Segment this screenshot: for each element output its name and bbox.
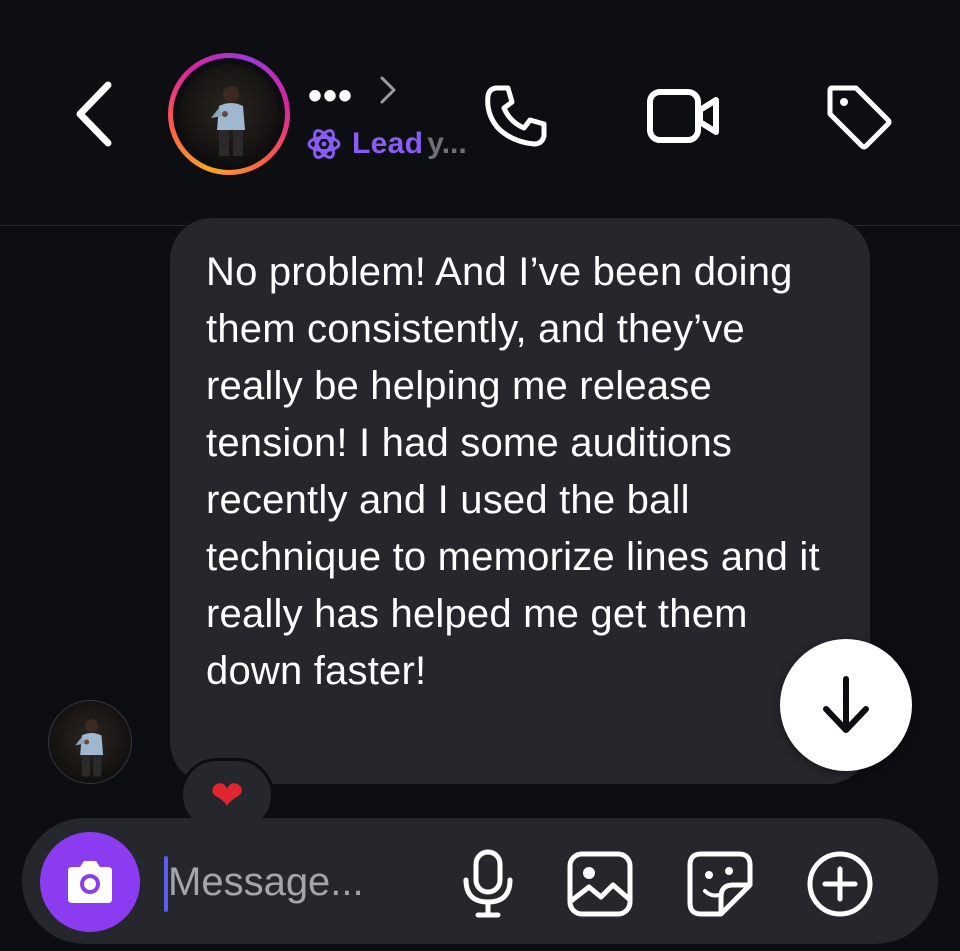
chat-header: ••• Lead y... [0, 0, 960, 226]
atom-icon [307, 129, 341, 159]
audio-call-button[interactable] [476, 76, 556, 156]
video-camera-icon [647, 89, 719, 143]
subtitle-label: Lead [352, 127, 424, 160]
arrow-down-icon [823, 676, 869, 733]
person-silhouette-icon [211, 86, 245, 156]
video-call-button[interactable] [644, 76, 724, 156]
camera-button[interactable] [40, 832, 140, 932]
scroll-to-bottom-button[interactable] [780, 639, 912, 771]
sticker-icon [687, 851, 753, 917]
subtitle-truncation: y... [427, 127, 467, 160]
sticker-button[interactable] [682, 846, 758, 922]
tag-icon [827, 85, 892, 150]
profile-name: ••• [308, 74, 354, 118]
label-button[interactable] [818, 76, 898, 156]
heart-icon: ❤ [210, 773, 244, 819]
image-icon [567, 851, 633, 917]
chevron-right-icon [380, 76, 396, 104]
person-silhouette-icon [75, 719, 104, 777]
message-input[interactable] [168, 846, 418, 918]
back-button[interactable] [62, 78, 126, 150]
sender-avatar[interactable] [48, 700, 132, 784]
camera-icon [68, 861, 112, 903]
profile-avatar[interactable] [168, 53, 290, 175]
microphone-icon [463, 849, 513, 918]
phone-icon [485, 85, 547, 147]
message-text: No problem! And I’ve been doing them con… [206, 250, 820, 693]
message-bubble[interactable]: No problem! And I’ve been doing them con… [170, 218, 870, 784]
message-composer [22, 818, 938, 944]
profile-name-link[interactable]: ••• Lead y... [306, 70, 486, 170]
avatar-photo [179, 64, 279, 164]
profile-subtitle: Lead y... [306, 124, 467, 164]
plus-circle-icon [807, 851, 873, 917]
chat-screen: ••• Lead y... No problem! And I’ve been … [0, 0, 960, 951]
gallery-button[interactable] [562, 846, 638, 922]
voice-message-button[interactable] [450, 846, 526, 922]
chevron-left-icon [76, 81, 112, 147]
more-options-button[interactable] [802, 846, 878, 922]
